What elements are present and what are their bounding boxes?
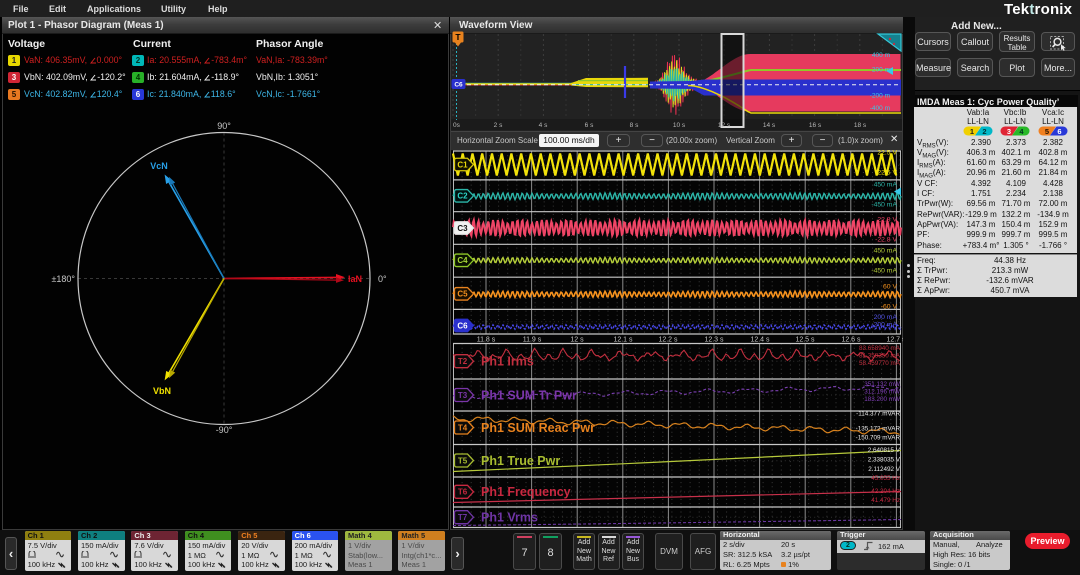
svg-text:2.112492 V: 2.112492 V <box>868 466 901 473</box>
svg-text:11.8 s: 11.8 s <box>477 337 496 344</box>
svg-text:VbN: VbN <box>153 386 171 396</box>
svg-text:12 s: 12 s <box>570 337 584 344</box>
svg-text:-150.709 mVAR: -150.709 mVAR <box>856 435 901 442</box>
svg-text:14 s: 14 s <box>763 122 776 129</box>
svg-text:T5: T5 <box>458 456 468 465</box>
svg-text:351.132 mW: 351.132 mW <box>864 381 900 388</box>
svg-text:81.358350 mA: 81.358350 mA <box>859 353 901 360</box>
svg-text:11.9 s: 11.9 s <box>523 337 542 344</box>
svg-text:T4: T4 <box>458 423 468 432</box>
svg-text:Ph1 SUM Tr Pwr: Ph1 SUM Tr Pwr <box>481 388 577 402</box>
svg-text:12 s: 12 s <box>718 122 731 129</box>
svg-text:10 s: 10 s <box>673 122 686 129</box>
svg-text:VcN: VcN <box>150 161 168 171</box>
svg-text:Ph1 Frequency: Ph1 Frequency <box>481 485 571 499</box>
svg-text:2.338035 V: 2.338035 V <box>868 457 901 464</box>
svg-text:5: 5 <box>1045 127 1049 136</box>
svg-text:-200 m: -200 m <box>870 93 890 100</box>
svg-text:C3: C3 <box>457 224 468 233</box>
svg-text:T6: T6 <box>458 488 468 497</box>
svg-text:6 s: 6 s <box>585 122 594 129</box>
svg-text:312.196 mW: 312.196 mW <box>864 389 900 396</box>
svg-text:6: 6 <box>1057 127 1061 136</box>
svg-text:18 s: 18 s <box>854 122 867 129</box>
svg-text:C2: C2 <box>457 192 468 201</box>
svg-text:41.479 Hz: 41.479 Hz <box>871 497 900 504</box>
svg-text:200 mA: 200 mA <box>874 314 898 321</box>
svg-text:45.055 Hz: 45.055 Hz <box>871 475 900 482</box>
svg-text:Ph1 Vrms: Ph1 Vrms <box>481 511 538 525</box>
svg-text:400 m: 400 m <box>872 52 890 59</box>
svg-text:42.204 Hz: 42.204 Hz <box>871 488 900 495</box>
svg-text:Ph1 SUM Reac Pwr: Ph1 SUM Reac Pwr <box>481 421 595 435</box>
svg-text:-450 mA: -450 mA <box>871 202 897 209</box>
svg-text:C6: C6 <box>454 82 463 89</box>
svg-text:C4: C4 <box>457 256 468 265</box>
svg-text:12.5 s: 12.5 s <box>795 337 815 344</box>
svg-text:22.8 V: 22.8 V <box>877 217 897 224</box>
svg-text:C1: C1 <box>457 160 468 169</box>
svg-text:T7: T7 <box>458 513 468 522</box>
svg-text:-90°: -90° <box>216 425 233 435</box>
svg-text:450 mA: 450 mA <box>874 248 898 255</box>
svg-text:Ph1 True Pwr: Ph1 True Pwr <box>481 454 560 468</box>
svg-text:0s: 0s <box>453 122 461 129</box>
svg-text:-22.5 V: -22.5 V <box>875 170 897 177</box>
svg-text:-200 mA: -200 mA <box>871 322 897 329</box>
svg-text:-450 mA: -450 mA <box>871 268 897 275</box>
svg-text:58.459770 mA: 58.459770 mA <box>859 360 901 367</box>
svg-text:0°: 0° <box>378 274 387 284</box>
svg-text:4 s: 4 s <box>539 122 548 129</box>
svg-text:16 s: 16 s <box>809 122 822 129</box>
svg-text:T3: T3 <box>458 391 468 400</box>
svg-text:±180°: ±180° <box>51 274 75 284</box>
svg-text:2: 2 <box>982 127 986 136</box>
svg-text:450 mA: 450 mA <box>874 182 898 189</box>
svg-text:12.2 s: 12.2 s <box>658 337 678 344</box>
svg-text:12.6 s: 12.6 s <box>841 337 861 344</box>
svg-text:90°: 90° <box>217 121 231 131</box>
svg-text:200 m: 200 m <box>872 67 890 74</box>
svg-text:3: 3 <box>1007 127 1011 136</box>
svg-text:-114.377 mVAR: -114.377 mVAR <box>856 411 900 418</box>
svg-text:183.200 mW: 183.200 mW <box>864 396 900 403</box>
svg-text:12.3 s: 12.3 s <box>704 337 724 344</box>
svg-text:T: T <box>455 32 461 42</box>
svg-text:1: 1 <box>970 127 974 136</box>
svg-text:-135.172 mVAR: -135.172 mVAR <box>856 426 901 433</box>
svg-text:-400 m: -400 m <box>870 105 890 112</box>
svg-text:IaN: IaN <box>348 274 362 284</box>
svg-text:C6: C6 <box>457 321 468 330</box>
svg-text:12.4 s: 12.4 s <box>750 337 770 344</box>
svg-text:8 s: 8 s <box>630 122 639 129</box>
svg-text:2 s: 2 s <box>494 122 503 129</box>
svg-text:Ph1 Irms: Ph1 Irms <box>481 355 534 369</box>
svg-text:12.1 s: 12.1 s <box>613 337 633 344</box>
svg-text:C5: C5 <box>457 290 468 299</box>
svg-text:12.7 s: 12.7 s <box>886 337 903 344</box>
svg-text:60 V: 60 V <box>883 284 897 291</box>
svg-text:-22.8 V: -22.8 V <box>875 237 897 244</box>
svg-text:-60 V: -60 V <box>881 304 898 311</box>
svg-text:2.640815 V: 2.640815 V <box>868 447 901 454</box>
svg-text:T2: T2 <box>458 357 468 366</box>
svg-text:83.658940 mA: 83.658940 mA <box>859 345 901 352</box>
svg-text:22.5 V: 22.5 V <box>877 150 897 157</box>
